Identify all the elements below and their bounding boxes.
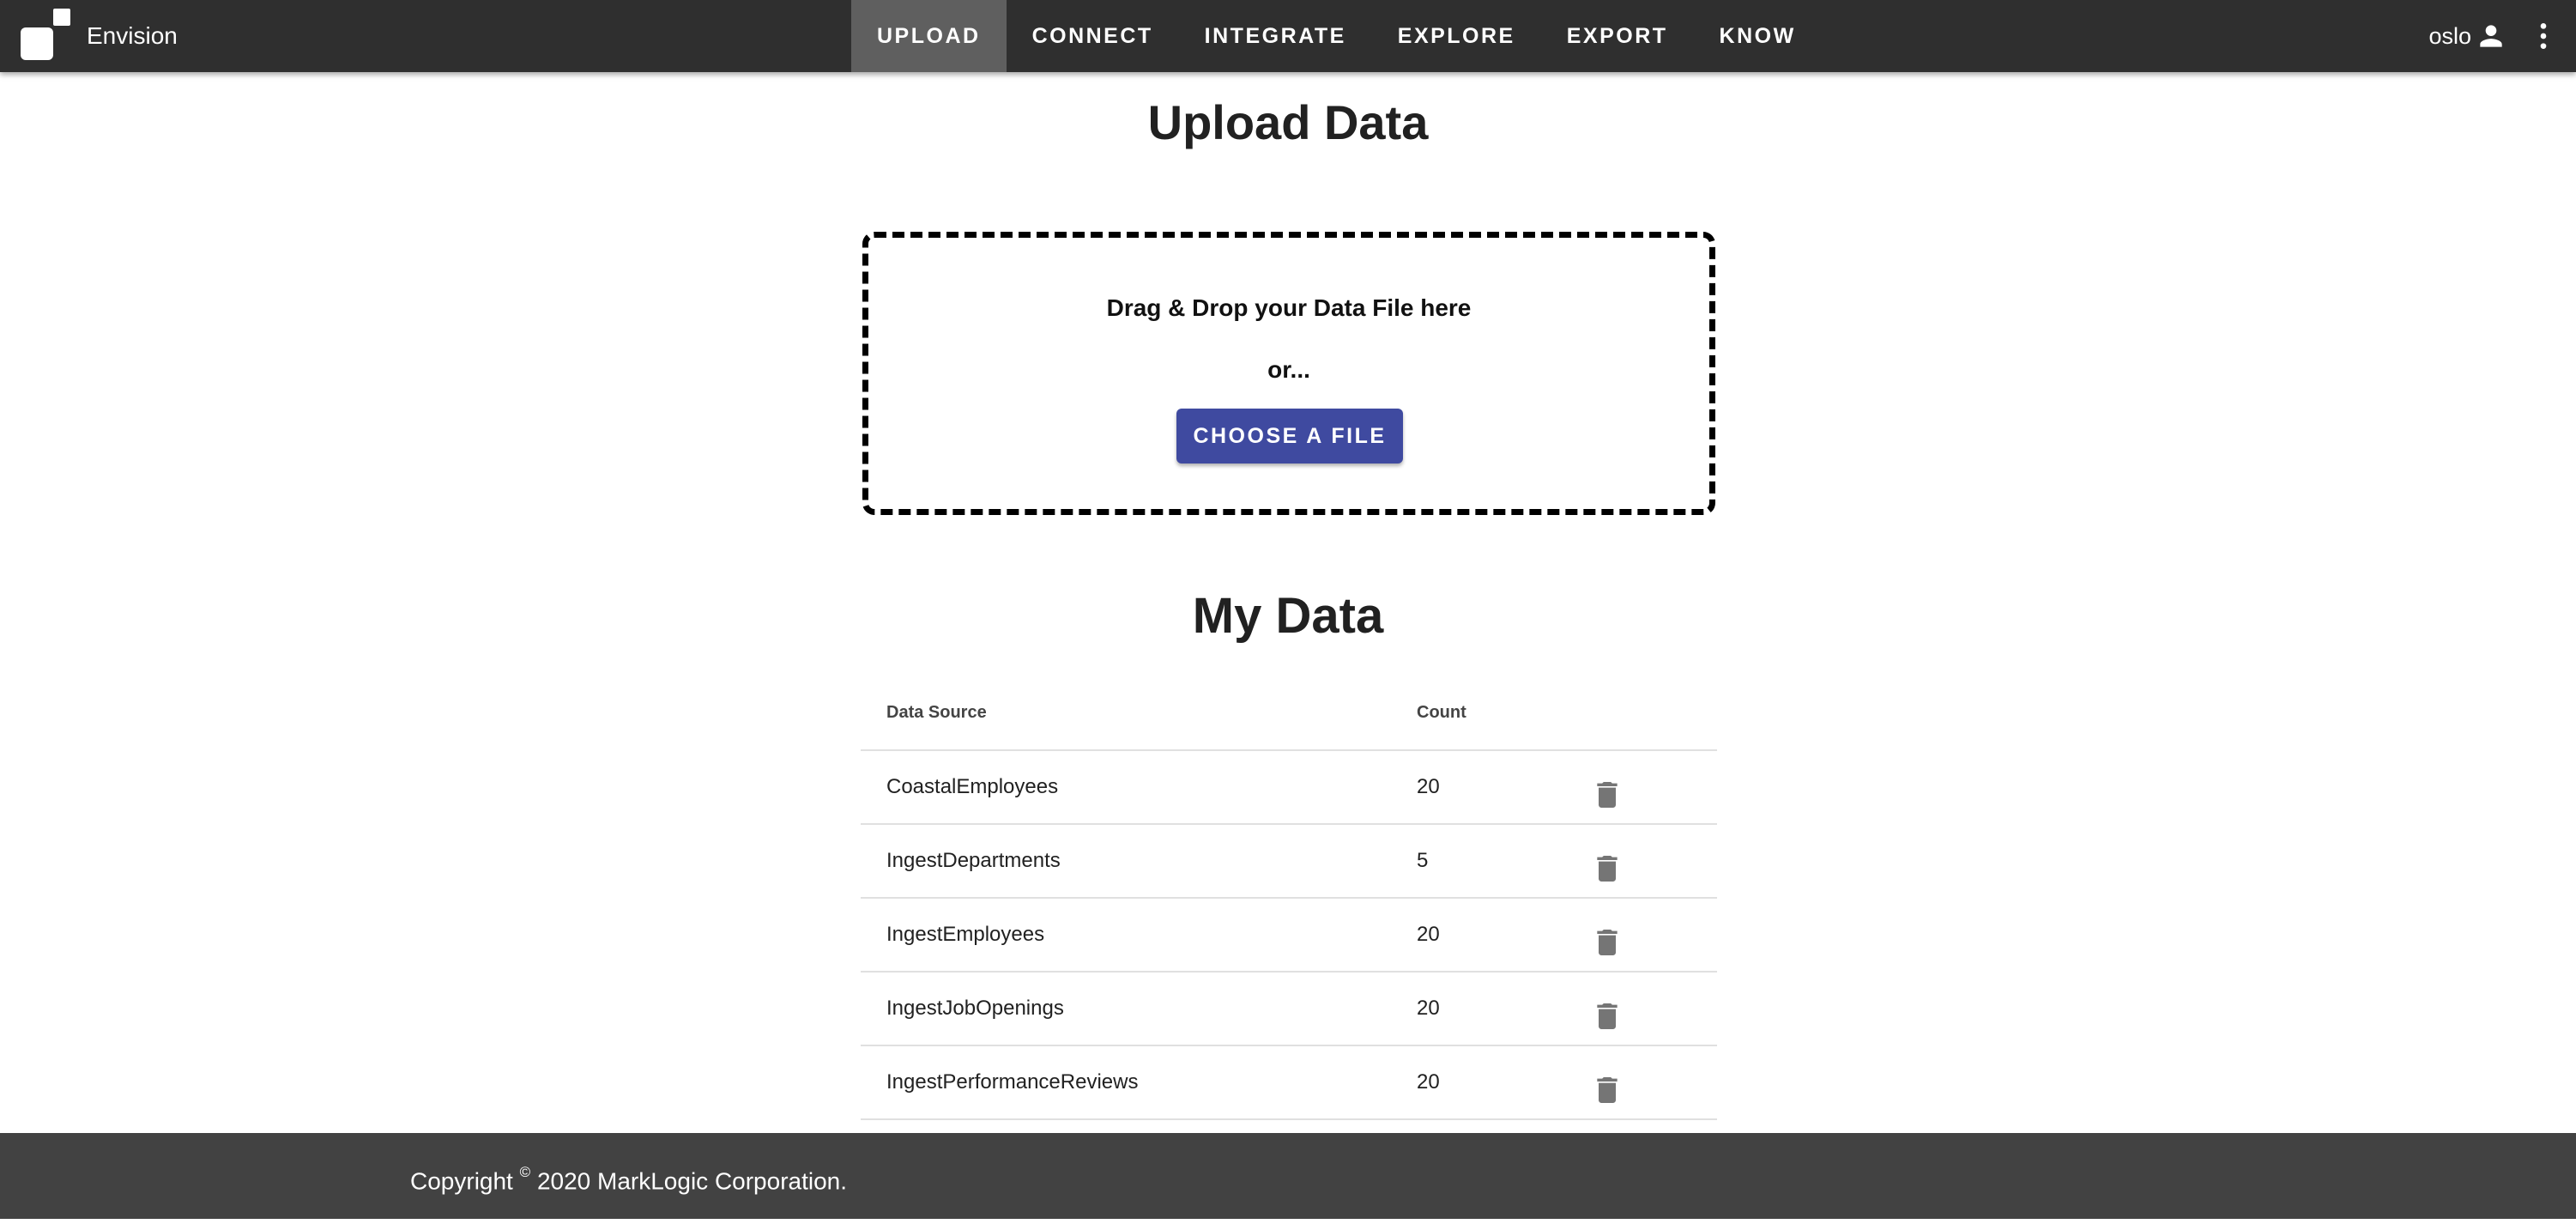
column-header-data-source: Data Source [886,703,987,722]
nav-tab-export[interactable]: EXPORT [1541,0,1694,72]
table-row: IngestPerformanceReviews 20 [861,1046,1717,1120]
page-footer: Copyright © 2020 MarkLogic Corporation. [0,1133,2576,1219]
data-source-name: IngestPerformanceReviews [886,1070,1139,1094]
data-source-name: IngestJobOpenings [886,997,1064,1020]
delete-icon[interactable] [1590,991,1624,1029]
copyright-symbol: © [519,1164,531,1180]
nav-tab-integrate[interactable]: INTEGRATE [1179,0,1372,72]
top-app-bar: Envision UPLOAD CONNECT INTEGRATE EXPLOR… [0,0,2576,72]
nav-tab-explore[interactable]: EXPLORE [1372,0,1541,72]
data-source-name: CoastalEmployees [886,775,1059,798]
user-name: oslo [2428,22,2471,49]
table-row: IngestDepartments 5 [861,825,1717,899]
my-data-title: My Data [1192,588,1384,644]
delete-icon[interactable] [1590,844,1624,882]
user-menu-button[interactable]: oslo [2428,0,2507,72]
table-row: IngestEmployees 20 [861,899,1717,973]
delete-icon[interactable] [1590,1065,1624,1103]
account-icon [2475,20,2507,52]
copyright-text: 2020 MarkLogic Corporation. [536,1167,848,1195]
nav-tab-upload[interactable]: UPLOAD [851,0,1007,72]
column-header-count: Count [1417,703,1466,722]
table-row: IngestJobOpenings 20 [861,973,1717,1046]
app-logo-icon[interactable] [21,9,74,62]
data-source-count: 20 [1417,775,1440,798]
main-nav: UPLOAD CONNECT INTEGRATE EXPLORE EXPORT … [851,0,1822,72]
nav-tab-connect[interactable]: CONNECT [1007,0,1179,72]
delete-icon[interactable] [1590,770,1624,808]
data-source-name: IngestEmployees [886,923,1045,946]
app-title[interactable]: Envision [87,0,178,72]
table-row: CoastalEmployees 20 [861,751,1717,825]
nav-tab-know[interactable]: KNOW [1694,0,1822,72]
data-source-count: 5 [1417,849,1429,872]
dropzone-or-text: or... [1267,356,1310,383]
data-source-count: 20 [1417,997,1440,1020]
data-source-count: 20 [1417,1070,1440,1094]
file-dropzone[interactable]: Drag & Drop your Data File here or... CH… [862,232,1715,515]
delete-icon[interactable] [1590,918,1624,955]
table-header-row: Data Source Count [861,676,1717,751]
copyright-prefix: Copyright [410,1167,513,1195]
copyright-notice: Copyright © 2020 MarkLogic Corporation. [410,1133,847,1219]
more-vert-icon[interactable] [2526,19,2561,53]
dropzone-instruction: Drag & Drop your Data File here [1106,294,1472,321]
choose-file-button[interactable]: CHOOSE A FILE [1176,409,1403,464]
page-title: Upload Data [1147,95,1429,149]
data-source-count: 20 [1417,923,1440,946]
data-source-name: IngestDepartments [886,849,1061,872]
data-sources-table: Data Source Count CoastalEmployees 20 In… [861,676,1717,1120]
